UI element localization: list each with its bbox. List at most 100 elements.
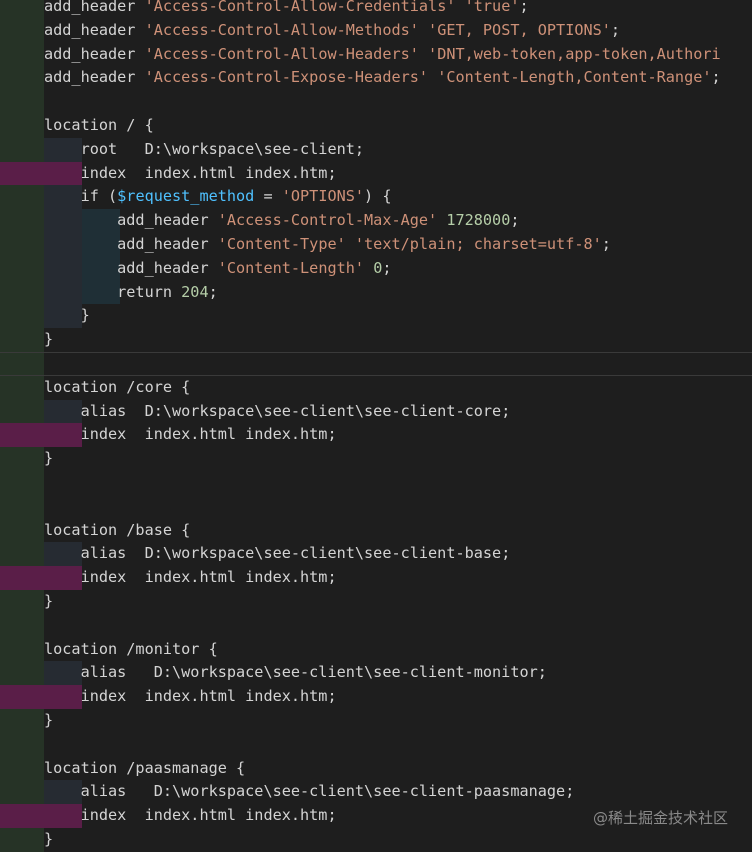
code-token: ; [501,544,511,563]
code-token: location / { [44,116,154,134]
code-token: alias D:\workspace\see-client\see-client… [44,544,502,563]
code-line[interactable]: add_header 'Access-Control-Expose-Header… [0,66,752,91]
code-line[interactable]: location / { [0,114,752,138]
code-line[interactable]: } [0,828,752,852]
code-token: ; [208,282,218,301]
code-token: alias D:\workspace\see-client\see-client… [44,401,502,420]
code-token: add_header [44,68,145,87]
code-token: } [44,306,90,325]
indent-guide [0,542,44,567]
indent-guide [0,256,44,281]
code-line[interactable]: index index.html index.htm; [0,423,752,448]
code-text: } [44,328,53,352]
code-text: alias D:\workspace\see-client\see-client… [44,542,511,566]
code-line[interactable]: } [0,304,752,329]
code-line[interactable]: add_header 'Access-Control-Allow-Methods… [0,18,752,43]
code-text: if ($request_method = 'OPTIONS') { [44,185,392,209]
code-line[interactable]: alias D:\workspace\see-client\see-client… [0,661,752,686]
code-line[interactable]: add_header 'Content-Length' 0; [0,256,752,281]
indent-guide [0,137,44,162]
code-line[interactable]: } [0,590,752,614]
indent-guide [0,447,44,471]
code-line[interactable]: location /core { [0,375,752,400]
indent-guide [0,209,44,233]
code-token: ; [327,163,337,182]
code-text: add_header 'Content-Type' 'text/plain; c… [44,233,611,257]
code-token: ; [382,258,392,277]
code-line[interactable]: index index.html index.htm; [0,566,752,590]
code-token: alias D:\workspace\see-client\see-client… [44,663,538,682]
code-text: return 204; [44,281,218,305]
code-line[interactable] [0,471,752,495]
code-line[interactable]: } [0,328,752,352]
code-text: } [44,304,90,328]
code-token: 204 [181,282,209,301]
code-token: ; [327,687,337,706]
code-token: alias D:\workspace\see-client\see-client… [44,782,566,801]
code-line[interactable]: location /base { [0,518,752,543]
line-separator [0,352,752,353]
code-token: index index.html index.htm [44,806,328,825]
code-line[interactable]: location /paasmanage { [0,756,752,781]
code-text: alias D:\workspace\see-client\see-client… [44,780,575,804]
code-line[interactable] [0,90,752,114]
code-token: ; [519,0,529,15]
indent-guide [0,0,44,19]
code-editor[interactable]: add_header 'Access-Control-Allow-Credent… [0,0,752,852]
code-line[interactable] [0,352,752,376]
code-text: index index.html index.htm; [44,162,337,186]
code-token: ; [565,782,575,801]
code-token: ; [610,20,621,39]
code-line[interactable]: } [0,709,752,733]
code-text: location / { [44,114,154,138]
code-line[interactable]: index index.html index.htm; [0,161,752,186]
indent-guide [0,185,44,210]
code-text: index index.html index.htm; [44,804,337,828]
code-text: } [44,447,53,471]
code-text: index index.html index.htm; [44,685,337,709]
code-token: 'Access-Control-Allow-Methods' 'GET, POS… [144,20,611,39]
code-token: add_header [44,235,218,253]
code-token: ; [711,68,721,87]
code-token: 'Access-Control-Max-Age' [217,211,438,230]
code-token: ; [327,425,337,444]
code-line[interactable] [0,494,752,519]
indent-guide [0,780,44,805]
code-token: ; [601,235,611,253]
code-line[interactable]: if ($request_method = 'OPTIONS') { [0,185,752,210]
indent-guide [0,375,44,400]
code-text: add_header 'Access-Control-Allow-Headers… [44,43,721,67]
code-line[interactable] [0,732,752,757]
code-token: ; [510,211,520,230]
code-token: } [44,830,54,848]
code-token: 'Access-Control-Allow-Headers' 'DNT,web-… [144,44,721,63]
code-token: 0 [373,258,383,277]
indent-guide [0,661,44,686]
code-text: index index.html index.htm; [44,423,337,447]
code-token: } [44,592,54,610]
code-line[interactable]: location /monitor { [0,637,752,662]
code-text: index index.html index.htm; [44,566,337,590]
code-token: root D:\workspace\see-client [44,139,355,158]
code-line[interactable]: add_header 'Access-Control-Max-Age' 1728… [0,209,752,233]
code-token: $request_method [117,187,255,206]
code-text: add_header 'Content-Length' 0; [44,257,392,281]
code-text: add_header 'Access-Control-Allow-Credent… [44,0,529,19]
code-line[interactable]: alias D:\workspace\see-client\see-client… [0,780,752,805]
code-line[interactable]: add_header 'Access-Control-Allow-Credent… [0,0,752,19]
code-line[interactable]: } [0,447,752,471]
code-token: add_header [44,20,145,39]
code-text: alias D:\workspace\see-client\see-client… [44,400,511,424]
code-line[interactable]: return 204; [0,280,752,305]
code-line[interactable]: root D:\workspace\see-client; [0,137,752,162]
code-line[interactable]: index index.html index.htm; [0,685,752,709]
code-line[interactable]: alias D:\workspace\see-client\see-client… [0,399,752,424]
code-line[interactable]: alias D:\workspace\see-client\see-client… [0,542,752,567]
code-line[interactable]: add_header 'Access-Control-Allow-Headers… [0,42,752,67]
indent-guide [0,613,44,638]
code-token: 'Access-Control-Expose-Headers' 'Content… [144,68,712,87]
code-line[interactable] [0,613,752,638]
code-line[interactable]: add_header 'Content-Type' 'text/plain; c… [0,233,752,257]
code-text: add_header 'Access-Control-Allow-Methods… [44,19,620,43]
